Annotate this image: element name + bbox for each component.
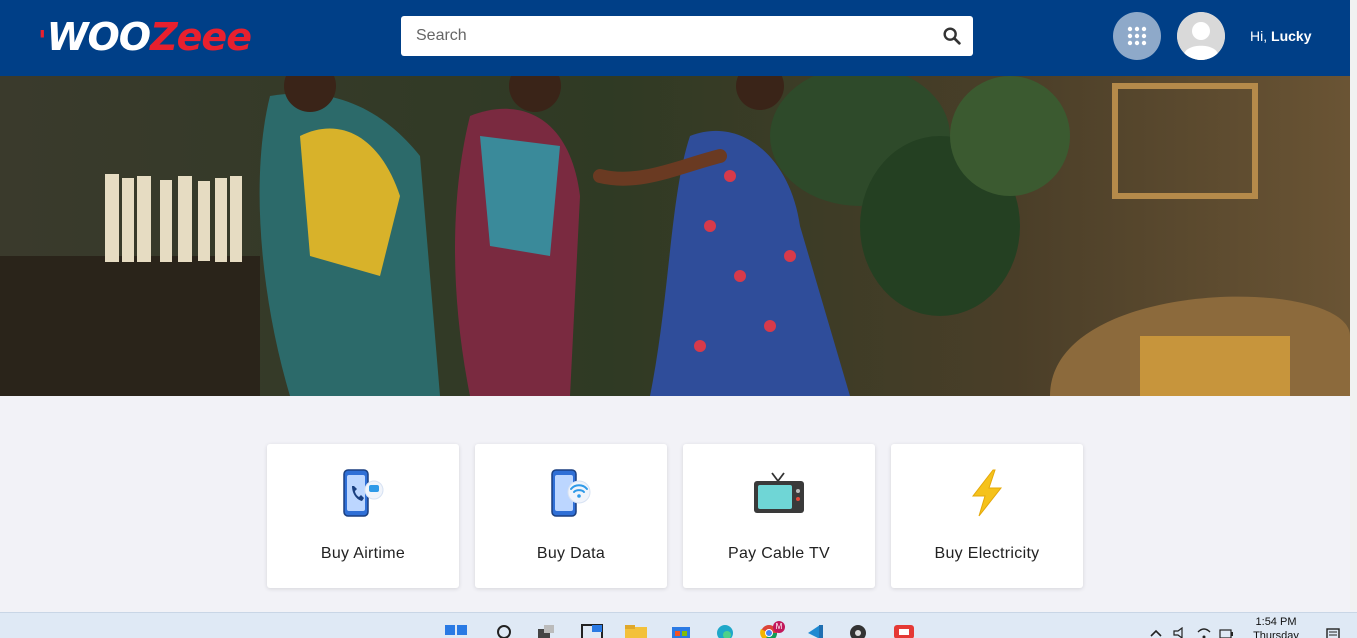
user-name: Lucky [1271,28,1312,44]
hero-image [0,76,1350,396]
notifications-icon[interactable] [1325,627,1341,638]
pay-cable-tv-card[interactable]: Pay Cable TV [683,444,875,588]
hero-banner [0,76,1350,396]
store-icon[interactable] [669,623,693,638]
user-greeting: Hi, Lucky [1250,28,1311,44]
apps-grid-button[interactable] [1113,12,1161,60]
windows-start-icon[interactable] [444,623,468,638]
phone-wifi-icon [544,466,598,520]
windows-taskbar: M 1:54 PM Thursday [0,612,1357,638]
file-explorer-icon[interactable] [624,623,648,638]
widgets-icon[interactable] [580,623,604,638]
buy-airtime-card[interactable]: Buy Airtime [267,444,459,588]
top-navbar: 'WOOZeee Hi, Lucky [0,0,1350,76]
chevron-up-icon[interactable] [1148,627,1164,638]
task-view-icon[interactable] [534,623,558,638]
obs-icon[interactable] [846,623,870,638]
battery-icon[interactable] [1218,627,1234,638]
user-icon [1177,12,1225,60]
grid-icon [1127,26,1147,46]
user-avatar[interactable] [1177,12,1225,60]
tv-icon [752,466,806,520]
phone-call-icon [336,466,390,520]
vscode-icon[interactable] [802,623,826,638]
edge-icon[interactable] [713,623,737,638]
search-icon[interactable] [492,623,516,638]
buy-data-card[interactable]: Buy Data [475,444,667,588]
logo-wordmark: 'WOOZeee [38,15,252,59]
clock-time: 1:54 PM [1255,616,1297,628]
service-label: Pay Cable TV [727,545,831,562]
service-label: Buy Data [536,545,606,562]
search-icon[interactable] [941,25,963,47]
buy-electricity-card[interactable]: Buy Electricity [891,444,1083,588]
lightning-icon [960,466,1014,520]
service-cards: Buy Airtime Buy Data Pay Cable TV Buy El… [267,444,1083,588]
service-label: Buy Electricity [934,545,1040,562]
system-clock[interactable]: 1:54 PM Thursday [1250,615,1302,638]
search-input[interactable] [401,17,921,55]
greeting-prefix: Hi, [1250,28,1268,44]
wifi-icon[interactable] [1196,627,1212,638]
search-bar [401,16,973,56]
woozeee-logo[interactable]: 'WOOZeee [38,14,252,60]
page-scrollbar[interactable] [1350,0,1357,610]
chrome-profile-badge: M [773,621,785,633]
clock-day: Thursday [1253,630,1299,638]
service-label: Buy Airtime [320,545,406,562]
app-icon[interactable] [892,623,916,638]
speaker-icon[interactable] [1172,627,1188,638]
